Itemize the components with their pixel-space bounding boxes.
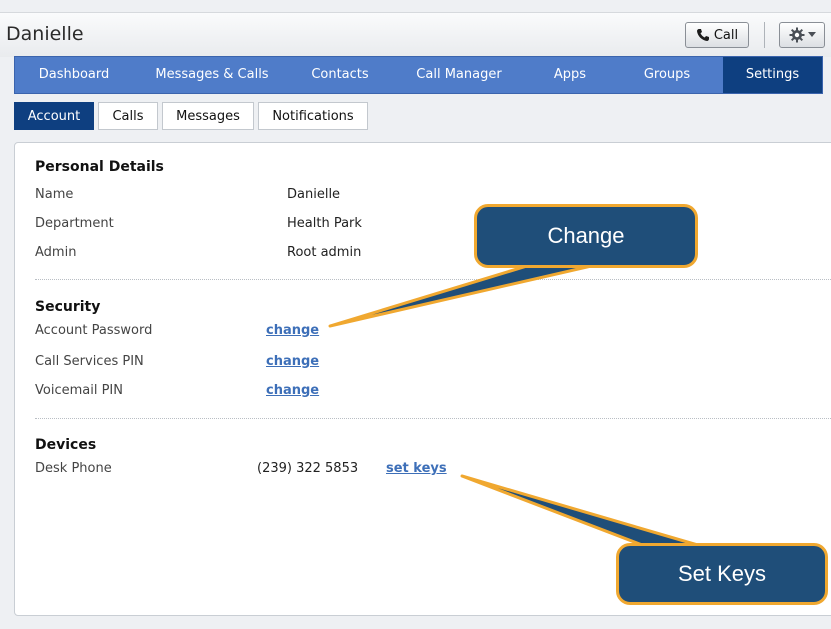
- user-name: Danielle: [6, 23, 84, 45]
- change-callout: Change: [474, 204, 698, 268]
- tab-notifications[interactable]: Notifications: [258, 102, 368, 130]
- call-button-label: Call: [713, 27, 739, 43]
- change-account-password-link[interactable]: change: [266, 323, 319, 338]
- admin-value: Root admin: [287, 245, 362, 260]
- personal-details-heading: Personal Details: [35, 159, 164, 175]
- header-bar: Danielle Call: [0, 12, 831, 57]
- toolbar-divider: [764, 22, 765, 48]
- set-keys-link[interactable]: set keys: [386, 461, 447, 476]
- call-services-pin-label: Call Services PIN: [35, 354, 144, 369]
- settings-menu-button[interactable]: [779, 22, 825, 48]
- section-divider: [35, 279, 831, 280]
- admin-label: Admin: [35, 245, 77, 260]
- voicemail-pin-label: Voicemail PIN: [35, 383, 123, 398]
- account-password-label: Account Password: [35, 323, 153, 338]
- gear-icon: [789, 27, 804, 43]
- department-label: Department: [35, 216, 114, 231]
- chevron-down-icon: [807, 32, 816, 37]
- nav-item-groups[interactable]: Groups: [611, 57, 723, 93]
- name-label: Name: [35, 187, 74, 202]
- section-divider: [35, 418, 831, 419]
- nav-item-settings[interactable]: Settings: [723, 57, 822, 93]
- desk-phone-number: (239) 322 5853: [257, 461, 359, 476]
- main-nav: Dashboard Messages & Calls Contacts Call…: [14, 56, 823, 94]
- devices-heading: Devices: [35, 437, 97, 453]
- call-button[interactable]: Call: [685, 22, 749, 48]
- change-voicemail-pin-link[interactable]: change: [266, 383, 319, 398]
- change-call-services-pin-link[interactable]: change: [266, 354, 319, 369]
- tab-messages[interactable]: Messages: [162, 102, 254, 130]
- set-keys-callout: Set Keys: [616, 543, 828, 605]
- nav-item-messages-calls[interactable]: Messages & Calls: [133, 57, 291, 93]
- tab-account[interactable]: Account: [14, 102, 94, 130]
- name-value: Danielle: [287, 187, 341, 202]
- nav-item-contacts[interactable]: Contacts: [291, 57, 389, 93]
- department-value: Health Park: [287, 216, 362, 231]
- nav-item-apps[interactable]: Apps: [529, 57, 611, 93]
- nav-item-dashboard[interactable]: Dashboard: [15, 57, 133, 93]
- desk-phone-label: Desk Phone: [35, 461, 112, 476]
- security-heading: Security: [35, 299, 101, 315]
- nav-item-call-manager[interactable]: Call Manager: [389, 57, 529, 93]
- tab-calls[interactable]: Calls: [98, 102, 158, 130]
- phone-icon: [696, 29, 709, 41]
